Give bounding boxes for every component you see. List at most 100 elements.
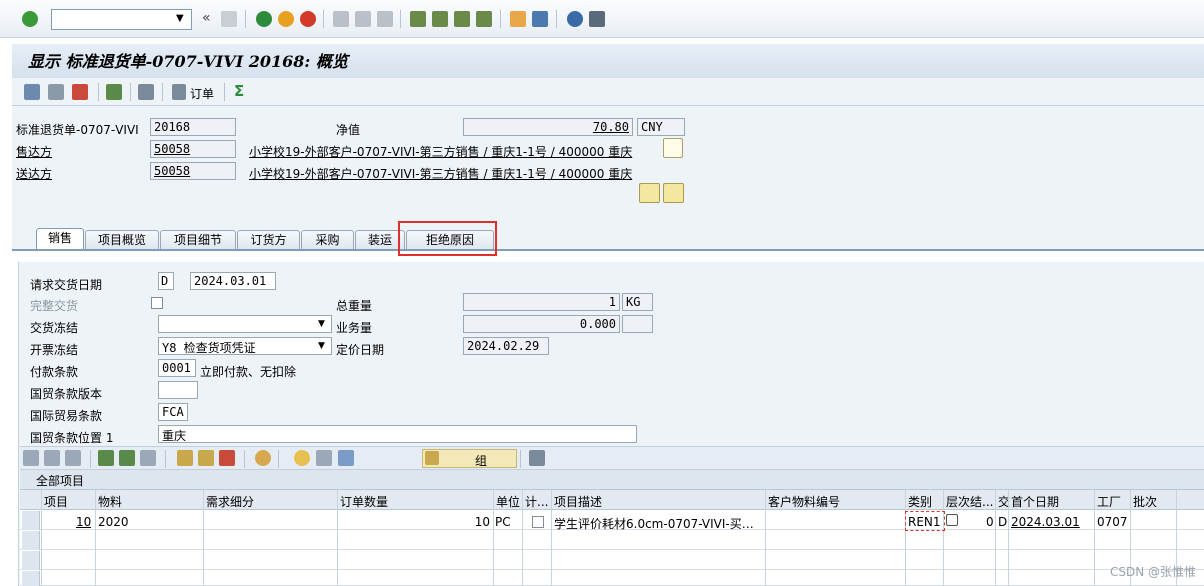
col-header-item[interactable]: 项目 [44, 493, 94, 510]
row-plant[interactable]: 0707 [1097, 515, 1128, 529]
row-selector[interactable] [22, 511, 40, 530]
row-calc-checkbox[interactable] [532, 516, 544, 528]
chart-icon[interactable] [219, 450, 235, 466]
currency-field[interactable]: CNY [637, 118, 685, 136]
document-icon[interactable] [663, 138, 683, 158]
structure-icon[interactable] [198, 450, 214, 466]
delete-row-icon[interactable] [65, 450, 81, 466]
col-header-category[interactable]: 类别 [908, 493, 944, 510]
net-value-field[interactable]: 70.80 [463, 118, 633, 136]
prev-page-icon[interactable] [432, 11, 448, 27]
chevron-down-icon[interactable]: ▼ [318, 319, 325, 329]
row-category[interactable]: REN1 [908, 515, 941, 529]
save-icon[interactable] [221, 11, 237, 27]
back-icon[interactable] [256, 11, 272, 27]
col-header-material[interactable]: 物料 [98, 493, 202, 510]
date-type-field[interactable]: D [158, 272, 174, 290]
tab-item-overview[interactable]: 项目概览 [85, 230, 159, 250]
delete-icon[interactable] [72, 84, 88, 100]
col-header-qty[interactable]: 订单数量 [340, 493, 494, 510]
select-all-icon[interactable] [98, 450, 114, 466]
row-unit[interactable]: PC [495, 515, 511, 529]
col-header-req-seg[interactable]: 需求细分 [206, 493, 336, 510]
row-desc[interactable]: 学生评价耗材6.0cm-0707-VIVI-买赠业务 [554, 515, 764, 532]
print-icon[interactable] [333, 11, 349, 27]
partner-icon[interactable] [106, 84, 122, 100]
col-header-plant[interactable]: 工厂 [1097, 493, 1129, 510]
row-qty[interactable]: 10 [340, 515, 490, 529]
col-header-first-date[interactable]: 首个日期 [1011, 493, 1093, 510]
deselect-all-icon[interactable] [140, 450, 156, 466]
order-icon[interactable] [172, 84, 186, 100]
nav-arrows[interactable]: « [202, 10, 211, 26]
table-row[interactable] [20, 550, 1204, 570]
chevron-down-icon[interactable]: ▼ [318, 341, 325, 351]
ship-to-desc[interactable]: 小学校19-外部客户-0707-VIVI-第三方销售 / 重庆1-1号 / 40… [249, 165, 632, 182]
hierarchy-icon[interactable] [946, 514, 958, 526]
partner-details-icon[interactable] [663, 183, 684, 203]
col-header-calc[interactable]: 计... [525, 493, 551, 510]
availability-icon[interactable] [255, 450, 271, 466]
sold-to-label[interactable]: 售达方 [16, 143, 52, 160]
command-field[interactable] [51, 9, 192, 30]
billing-block-select[interactable]: Y8 检查货项凭证 [158, 337, 332, 355]
help-icon[interactable] [567, 11, 583, 27]
row-selector[interactable] [22, 531, 40, 550]
enter-icon[interactable] [22, 11, 38, 27]
last-page-icon[interactable] [476, 11, 492, 27]
col-header-batch[interactable]: 批次 [1133, 493, 1173, 510]
cancel-icon[interactable] [300, 11, 316, 27]
net-value[interactable]: 70.80 [593, 120, 629, 134]
tab-item-detail[interactable]: 项目细节 [160, 230, 236, 250]
row-selector[interactable] [22, 551, 40, 570]
tab-procurement[interactable]: 采购 [301, 230, 354, 250]
schedule-lines-icon[interactable] [316, 450, 332, 466]
find-icon[interactable] [355, 11, 371, 27]
col-header-hierarchy[interactable]: 层次结... [946, 493, 996, 510]
document-flow-icon[interactable] [138, 84, 154, 100]
doc-number-field[interactable]: 20168 [150, 118, 236, 136]
volume-field[interactable]: 0.000 [463, 315, 620, 333]
col-header-cust-mat[interactable]: 客户物料编号 [768, 493, 904, 510]
select-block-icon[interactable] [119, 450, 135, 466]
table-row[interactable] [20, 570, 1204, 586]
total-weight-field[interactable]: 1 [463, 293, 620, 311]
col-header-unit[interactable]: 单位 [496, 493, 522, 510]
req-delivery-date-field[interactable]: 2024.03.01 [190, 272, 276, 290]
first-page-icon[interactable] [410, 11, 426, 27]
ship-to-number[interactable]: 50058 [154, 164, 190, 178]
complete-delivery-checkbox[interactable] [151, 297, 163, 309]
delivery-block-select[interactable] [158, 315, 332, 333]
row-material[interactable]: 2020 [98, 515, 129, 529]
sum-icon[interactable]: Σ [234, 82, 244, 100]
sold-to-number[interactable]: 50058 [154, 142, 190, 156]
new-session-icon[interactable] [510, 11, 526, 27]
incoterms-version-field[interactable] [158, 381, 198, 399]
payment-terms-field[interactable]: 0001 [158, 359, 196, 377]
copy-icon[interactable] [48, 84, 64, 100]
exit-icon[interactable] [278, 11, 294, 27]
sold-to-desc[interactable]: 小学校19-外部客户-0707-VIVI-第三方销售 / 重庆1-1号 / 40… [249, 143, 632, 160]
row-hierarchy[interactable]: 0 [986, 515, 994, 529]
display-change-icon[interactable] [24, 84, 40, 100]
row-first-date[interactable]: 2024.03.01 [1011, 515, 1080, 529]
pricing-date-field[interactable]: 2024.02.29 [463, 337, 549, 355]
group-button[interactable]: 组 [422, 449, 517, 468]
chevron-down-icon[interactable]: ▼ [176, 13, 184, 24]
insert-row-icon[interactable] [44, 450, 60, 466]
row-selector[interactable] [22, 571, 40, 586]
shortcut-icon[interactable] [532, 11, 548, 27]
address-icon[interactable] [639, 183, 660, 203]
tab-sales[interactable]: 销售 [36, 228, 84, 250]
table-row[interactable] [20, 530, 1204, 550]
col-header-desc[interactable]: 项目描述 [554, 493, 764, 510]
row-deliv[interactable]: D [998, 515, 1007, 529]
edit-icon[interactable] [338, 450, 354, 466]
volume-unit-field[interactable] [622, 315, 653, 333]
next-page-icon[interactable] [454, 11, 470, 27]
ship-to-label[interactable]: 送达方 [16, 165, 52, 182]
find-next-icon[interactable] [377, 11, 393, 27]
order-button[interactable]: 订单 [190, 85, 214, 102]
config-icon[interactable] [177, 450, 193, 466]
ship-to-field[interactable]: 50058 [150, 162, 236, 180]
